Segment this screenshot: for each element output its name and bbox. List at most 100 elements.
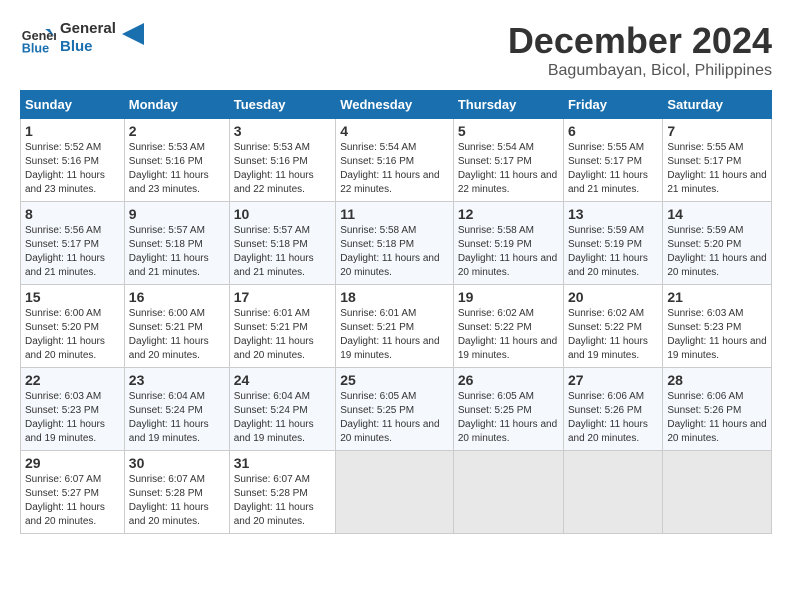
day-info: Sunrise: 5:57 AMSunset: 5:18 PMDaylight:… (234, 225, 314, 278)
day-info: Sunrise: 6:07 AMSunset: 5:28 PMDaylight:… (234, 474, 314, 527)
logo-line2: Blue (60, 38, 116, 56)
page-header: General Blue General Blue December 2024 … (20, 20, 772, 80)
calendar-cell: 3 Sunrise: 5:53 AMSunset: 5:16 PMDayligh… (229, 119, 335, 202)
day-info: Sunrise: 6:07 AMSunset: 5:28 PMDaylight:… (129, 474, 209, 527)
day-number: 26 (458, 372, 559, 388)
day-number: 3 (234, 123, 331, 139)
calendar-cell: 5 Sunrise: 5:54 AMSunset: 5:17 PMDayligh… (453, 119, 563, 202)
day-info: Sunrise: 5:55 AMSunset: 5:17 PMDaylight:… (667, 142, 766, 195)
calendar-week-row: 29 Sunrise: 6:07 AMSunset: 5:27 PMDaylig… (21, 451, 772, 534)
day-number: 21 (667, 289, 767, 305)
calendar-cell: 1 Sunrise: 5:52 AMSunset: 5:16 PMDayligh… (21, 119, 125, 202)
calendar-cell (336, 451, 454, 534)
day-info: Sunrise: 5:59 AMSunset: 5:19 PMDaylight:… (568, 225, 648, 278)
day-number: 31 (234, 455, 331, 471)
calendar-cell: 18 Sunrise: 6:01 AMSunset: 5:21 PMDaylig… (336, 285, 454, 368)
day-number: 8 (25, 206, 120, 222)
logo-arrow-icon (122, 23, 144, 45)
day-info: Sunrise: 6:00 AMSunset: 5:21 PMDaylight:… (129, 308, 209, 361)
calendar-cell: 12 Sunrise: 5:58 AMSunset: 5:19 PMDaylig… (453, 202, 563, 285)
calendar-cell: 13 Sunrise: 5:59 AMSunset: 5:19 PMDaylig… (563, 202, 662, 285)
day-info: Sunrise: 6:07 AMSunset: 5:27 PMDaylight:… (25, 474, 105, 527)
weekday-header: Monday (124, 91, 229, 119)
day-info: Sunrise: 6:01 AMSunset: 5:21 PMDaylight:… (340, 308, 439, 361)
weekday-header: Thursday (453, 91, 563, 119)
day-number: 29 (25, 455, 120, 471)
day-number: 25 (340, 372, 449, 388)
calendar-cell (663, 451, 772, 534)
weekday-header-row: SundayMondayTuesdayWednesdayThursdayFrid… (21, 91, 772, 119)
logo: General Blue General Blue (20, 20, 144, 56)
day-number: 4 (340, 123, 449, 139)
day-info: Sunrise: 6:05 AMSunset: 5:25 PMDaylight:… (340, 391, 439, 444)
day-number: 7 (667, 123, 767, 139)
day-number: 5 (458, 123, 559, 139)
calendar-cell: 9 Sunrise: 5:57 AMSunset: 5:18 PMDayligh… (124, 202, 229, 285)
calendar-cell: 27 Sunrise: 6:06 AMSunset: 5:26 PMDaylig… (563, 368, 662, 451)
day-info: Sunrise: 6:02 AMSunset: 5:22 PMDaylight:… (458, 308, 557, 361)
calendar-cell: 26 Sunrise: 6:05 AMSunset: 5:25 PMDaylig… (453, 368, 563, 451)
day-number: 2 (129, 123, 225, 139)
day-info: Sunrise: 6:03 AMSunset: 5:23 PMDaylight:… (667, 308, 766, 361)
calendar-cell (453, 451, 563, 534)
day-number: 13 (568, 206, 658, 222)
calendar-cell: 4 Sunrise: 5:54 AMSunset: 5:16 PMDayligh… (336, 119, 454, 202)
day-info: Sunrise: 6:05 AMSunset: 5:25 PMDaylight:… (458, 391, 557, 444)
calendar-cell: 20 Sunrise: 6:02 AMSunset: 5:22 PMDaylig… (563, 285, 662, 368)
day-number: 16 (129, 289, 225, 305)
day-number: 6 (568, 123, 658, 139)
svg-text:Blue: Blue (22, 41, 49, 55)
calendar-cell: 7 Sunrise: 5:55 AMSunset: 5:17 PMDayligh… (663, 119, 772, 202)
day-number: 22 (25, 372, 120, 388)
calendar-week-row: 22 Sunrise: 6:03 AMSunset: 5:23 PMDaylig… (21, 368, 772, 451)
day-info: Sunrise: 5:59 AMSunset: 5:20 PMDaylight:… (667, 225, 766, 278)
day-info: Sunrise: 6:00 AMSunset: 5:20 PMDaylight:… (25, 308, 105, 361)
calendar-cell: 24 Sunrise: 6:04 AMSunset: 5:24 PMDaylig… (229, 368, 335, 451)
day-number: 27 (568, 372, 658, 388)
title-section: December 2024 Bagumbayan, Bicol, Philipp… (508, 20, 772, 80)
day-number: 19 (458, 289, 559, 305)
calendar-cell: 29 Sunrise: 6:07 AMSunset: 5:27 PMDaylig… (21, 451, 125, 534)
calendar-cell: 28 Sunrise: 6:06 AMSunset: 5:26 PMDaylig… (663, 368, 772, 451)
calendar-cell: 25 Sunrise: 6:05 AMSunset: 5:25 PMDaylig… (336, 368, 454, 451)
weekday-header: Wednesday (336, 91, 454, 119)
day-info: Sunrise: 6:06 AMSunset: 5:26 PMDaylight:… (667, 391, 766, 444)
calendar-cell: 15 Sunrise: 6:00 AMSunset: 5:20 PMDaylig… (21, 285, 125, 368)
calendar-cell: 14 Sunrise: 5:59 AMSunset: 5:20 PMDaylig… (663, 202, 772, 285)
day-number: 11 (340, 206, 449, 222)
day-info: Sunrise: 6:02 AMSunset: 5:22 PMDaylight:… (568, 308, 648, 361)
day-number: 17 (234, 289, 331, 305)
calendar-cell: 10 Sunrise: 5:57 AMSunset: 5:18 PMDaylig… (229, 202, 335, 285)
calendar-cell: 8 Sunrise: 5:56 AMSunset: 5:17 PMDayligh… (21, 202, 125, 285)
calendar-cell: 17 Sunrise: 6:01 AMSunset: 5:21 PMDaylig… (229, 285, 335, 368)
logo-icon: General Blue (20, 20, 56, 56)
day-number: 12 (458, 206, 559, 222)
logo-line1: General (60, 20, 116, 38)
day-info: Sunrise: 5:54 AMSunset: 5:16 PMDaylight:… (340, 142, 439, 195)
day-number: 18 (340, 289, 449, 305)
day-number: 24 (234, 372, 331, 388)
day-number: 1 (25, 123, 120, 139)
weekday-header: Sunday (21, 91, 125, 119)
day-info: Sunrise: 5:57 AMSunset: 5:18 PMDaylight:… (129, 225, 209, 278)
day-number: 9 (129, 206, 225, 222)
day-info: Sunrise: 6:03 AMSunset: 5:23 PMDaylight:… (25, 391, 105, 444)
weekday-header: Friday (563, 91, 662, 119)
day-info: Sunrise: 6:04 AMSunset: 5:24 PMDaylight:… (129, 391, 209, 444)
calendar-cell: 6 Sunrise: 5:55 AMSunset: 5:17 PMDayligh… (563, 119, 662, 202)
calendar-cell: 19 Sunrise: 6:02 AMSunset: 5:22 PMDaylig… (453, 285, 563, 368)
day-number: 30 (129, 455, 225, 471)
day-info: Sunrise: 5:52 AMSunset: 5:16 PMDaylight:… (25, 142, 105, 195)
day-info: Sunrise: 5:56 AMSunset: 5:17 PMDaylight:… (25, 225, 105, 278)
calendar-title: December 2024 (508, 20, 772, 62)
calendar-cell: 16 Sunrise: 6:00 AMSunset: 5:21 PMDaylig… (124, 285, 229, 368)
day-info: Sunrise: 5:53 AMSunset: 5:16 PMDaylight:… (129, 142, 209, 195)
calendar-subtitle: Bagumbayan, Bicol, Philippines (508, 62, 772, 80)
day-info: Sunrise: 6:01 AMSunset: 5:21 PMDaylight:… (234, 308, 314, 361)
calendar-table: SundayMondayTuesdayWednesdayThursdayFrid… (20, 90, 772, 534)
calendar-cell: 22 Sunrise: 6:03 AMSunset: 5:23 PMDaylig… (21, 368, 125, 451)
day-info: Sunrise: 5:58 AMSunset: 5:19 PMDaylight:… (458, 225, 557, 278)
day-number: 14 (667, 206, 767, 222)
calendar-cell: 11 Sunrise: 5:58 AMSunset: 5:18 PMDaylig… (336, 202, 454, 285)
calendar-week-row: 8 Sunrise: 5:56 AMSunset: 5:17 PMDayligh… (21, 202, 772, 285)
